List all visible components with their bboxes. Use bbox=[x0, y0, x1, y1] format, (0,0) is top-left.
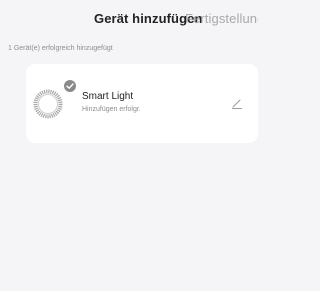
device-name: Smart Light bbox=[82, 91, 134, 102]
step-tabs: Gerät hinzufügen Fertigstellung bbox=[0, 0, 258, 36]
success-message: 1 Gerät(e) erfolgreich hinzugefügt bbox=[8, 45, 113, 52]
smart-light-icon bbox=[33, 89, 63, 119]
tab-finish[interactable]: Fertigstellung bbox=[185, 11, 258, 26]
device-card[interactable]: Smart Light Hinzufügen erfolgr. bbox=[26, 64, 258, 143]
check-icon bbox=[63, 79, 77, 93]
pencil-icon[interactable] bbox=[230, 96, 244, 110]
device-status: Hinzufügen erfolgr. bbox=[82, 106, 141, 113]
